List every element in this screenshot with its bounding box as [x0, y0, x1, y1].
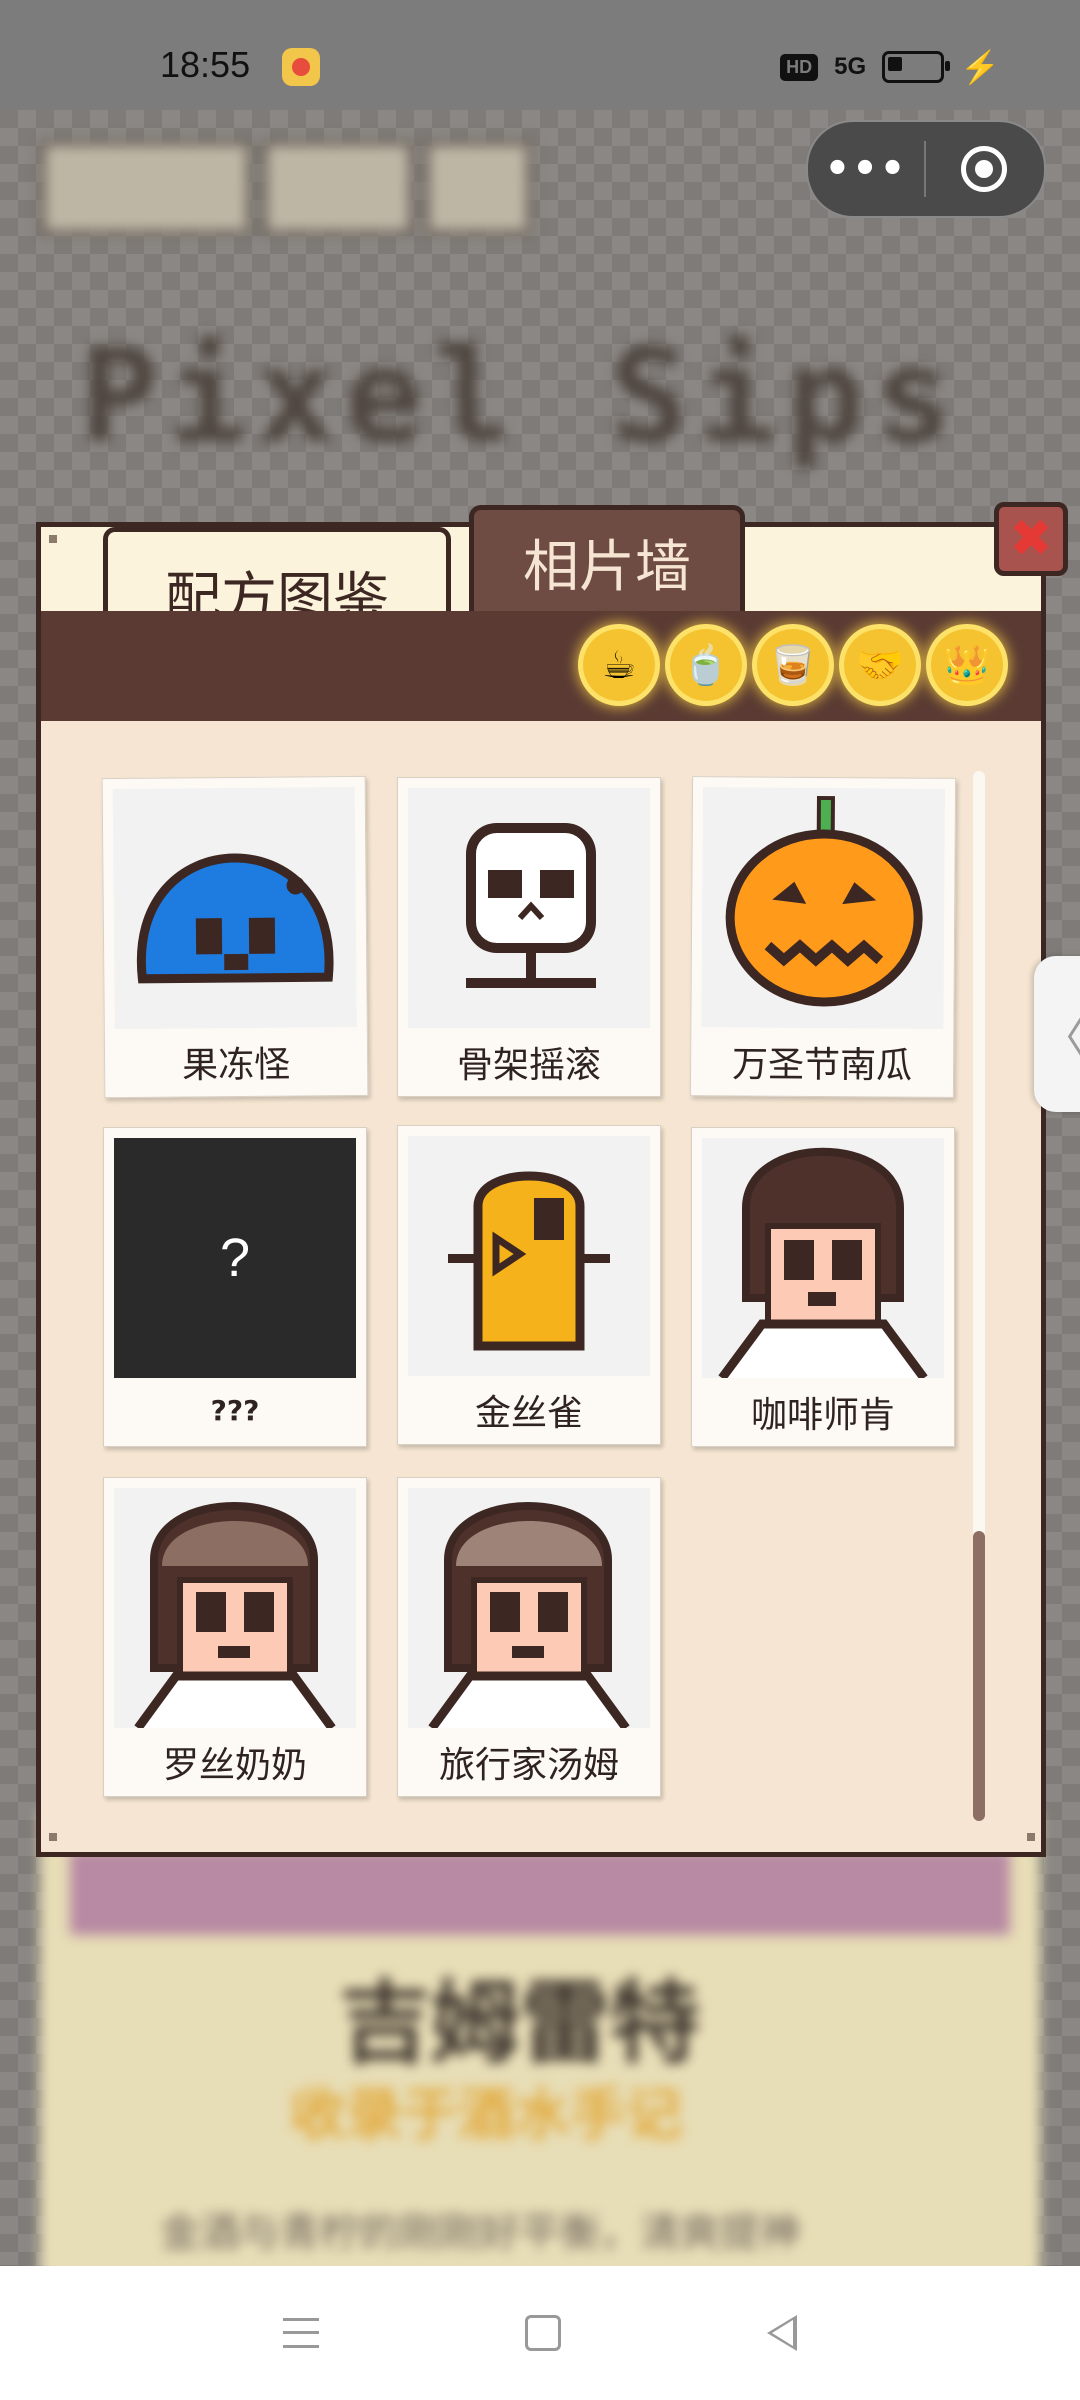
photo-card[interactable]: 金丝雀	[397, 1125, 661, 1445]
signal-5g-icon: 5G	[834, 53, 867, 80]
hd-badge: HD	[780, 53, 819, 81]
system-nav-bar	[0, 2266, 1080, 2400]
corner-dot	[49, 535, 57, 543]
bg-strip	[70, 1850, 1010, 1935]
tab-photo-wall[interactable]: 相片墙	[469, 505, 745, 615]
status-bar: 18:55 HD 5G ⚡	[0, 0, 1080, 110]
photo-label: 万圣节南瓜	[731, 1044, 913, 1087]
tab-recipe-book[interactable]: 配方图鉴	[103, 527, 451, 615]
bg-title: Pixel Sips	[80, 320, 963, 472]
photo-card[interactable]: 旅行家汤姆	[397, 1477, 661, 1797]
side-drawer-handle[interactable]: 〈	[1034, 956, 1080, 1112]
photo-card[interactable]: 罗丝奶奶	[103, 1477, 367, 1797]
coffee-cup-icon[interactable]: ☕	[583, 629, 655, 701]
grandma-rose-icon	[114, 1488, 356, 1728]
bg-menu-button	[262, 140, 414, 236]
bg-menu-button	[424, 140, 532, 236]
photo-wall-modal: 配方图鉴 相片墙 ☕ 🍵 🥃 🤝 👑 果冻怪 骨架摇滚 万圣节南瓜 ? ??? …	[36, 505, 1046, 1857]
bg-drink-subtitle: 收录于酒水手记	[290, 2083, 682, 2148]
close-miniprogram-button[interactable]	[926, 146, 1042, 192]
canary-icon	[408, 1136, 650, 1376]
back-button[interactable]	[767, 2315, 797, 2351]
recent-apps-button[interactable]	[283, 2318, 319, 2348]
photo-label: 罗丝奶奶	[162, 1745, 307, 1786]
photo-label: 咖啡师肯	[750, 1395, 895, 1436]
bg-menu-button	[40, 140, 252, 236]
battery-icon	[882, 51, 951, 83]
status-time: 18:55	[160, 44, 251, 85]
scrollbar-thumb[interactable]	[973, 1531, 985, 1821]
photo-label: 旅行家汤姆	[438, 1745, 619, 1786]
pumpkin-icon	[701, 787, 946, 1029]
photo-card[interactable]: 万圣节南瓜	[689, 776, 957, 1098]
status-icons: HD 5G ⚡	[780, 48, 1000, 86]
skeleton-icon	[408, 788, 650, 1028]
miniprogram-capsule: •••	[806, 120, 1046, 218]
charging-icon: ⚡	[960, 49, 1000, 85]
barista-ken-icon	[702, 1138, 944, 1378]
photo-card[interactable]: 骨架摇滚	[397, 777, 661, 1097]
photo-label: 金丝雀	[474, 1393, 583, 1434]
photo-card[interactable]: ? ???	[103, 1127, 367, 1447]
locked-photo-icon: ?	[114, 1138, 356, 1378]
bg-drink-text: 金酒与青柠的刚刚好平衡，清爽提神	[160, 2210, 800, 2256]
weibo-icon	[282, 48, 320, 86]
corner-dot	[49, 1833, 57, 1841]
photo-label: ???	[210, 1394, 260, 1427]
matcha-tea-icon[interactable]: 🍵	[670, 629, 742, 701]
whiskey-glass-icon[interactable]: 🥃	[757, 629, 829, 701]
photo-label: 骨架摇滚	[456, 1045, 601, 1086]
photo-card[interactable]: 果冻怪	[101, 775, 369, 1099]
corner-dot	[1027, 1833, 1035, 1841]
modal-tab-bar: 配方图鉴 相片墙	[41, 505, 1041, 615]
home-button[interactable]	[525, 2315, 561, 2351]
target-icon	[961, 146, 1007, 192]
blue-slime-icon	[112, 786, 357, 1030]
photo-card[interactable]: 咖啡师肯	[691, 1127, 955, 1447]
traveler-tom-icon	[408, 1488, 650, 1728]
bg-drink-name: 吉姆雷特	[340, 1971, 700, 2076]
close-modal-button[interactable]: ✖	[994, 502, 1068, 576]
crown-icon[interactable]: 👑	[931, 629, 1003, 701]
photo-label: 果冻怪	[181, 1044, 291, 1087]
more-button[interactable]: •••	[808, 146, 924, 192]
handshake-icon[interactable]: 🤝	[844, 629, 916, 701]
